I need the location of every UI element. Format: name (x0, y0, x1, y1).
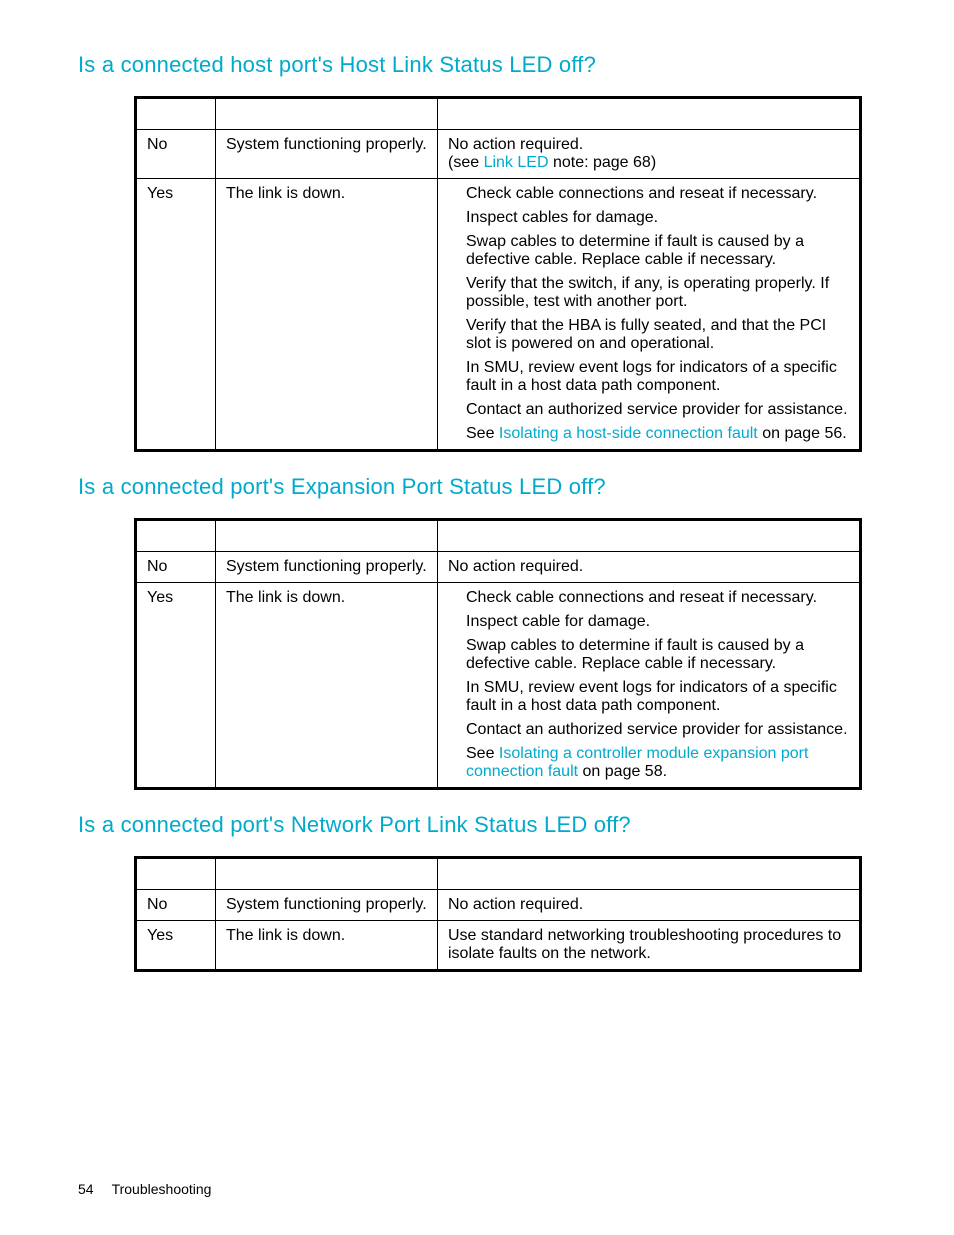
table-row: Yes The link is down. Check cable connec… (136, 179, 861, 451)
list-item: In SMU, review event logs for indicators… (466, 359, 849, 395)
status-cell: The link is down. (216, 921, 438, 971)
list-item: Check cable connections and reseat if ne… (466, 589, 849, 607)
status-cell: The link is down. (216, 179, 438, 451)
action-extra-suffix: note: page 68) (549, 154, 657, 171)
answer-cell: No (136, 890, 216, 921)
table-row: Yes The link is down. Check cable connec… (136, 583, 861, 789)
table-header-row (136, 520, 861, 552)
see-suffix: on page 56. (758, 425, 847, 442)
action-cell: No action required. (438, 552, 861, 583)
link-xref[interactable]: Link LED (484, 154, 549, 171)
section-heading: Is a connected port's Network Port Link … (78, 812, 876, 838)
answer-cell: Yes (136, 921, 216, 971)
see-prefix: See (466, 425, 499, 442)
list-item: Contact an authorized service provider f… (466, 401, 849, 419)
answer-cell: Yes (136, 583, 216, 789)
list-item: In SMU, review event logs for indicators… (466, 679, 849, 715)
list-item: Swap cables to determine if fault is cau… (466, 233, 849, 269)
list-item: See Isolating a controller module expans… (466, 745, 849, 781)
page-footer: 54 Troubleshooting (78, 1181, 211, 1197)
footer-section: Troubleshooting (112, 1181, 212, 1197)
section-heading: Is a connected port's Expansion Port Sta… (78, 474, 876, 500)
action-extra-prefix: (see (448, 154, 484, 171)
answer-cell: No (136, 552, 216, 583)
list-item: Inspect cables for damage. (466, 209, 849, 227)
table-network-port: No System functioning properly. No actio… (134, 856, 862, 972)
action-list: Check cable connections and reseat if ne… (448, 185, 849, 443)
action-cell: No action required. (see Link LED note: … (438, 130, 861, 179)
list-item: Inspect cable for damage. (466, 613, 849, 631)
table-header-row (136, 858, 861, 890)
table-header-row (136, 98, 861, 130)
page-number: 54 (78, 1181, 94, 1197)
list-item: See Isolating a host-side connection fau… (466, 425, 849, 443)
table-host-link: No System functioning properly. No actio… (134, 96, 862, 452)
action-list: Check cable connections and reseat if ne… (448, 589, 849, 781)
answer-cell: No (136, 130, 216, 179)
link-xref[interactable]: Isolating a host-side connection fault (499, 425, 758, 442)
see-prefix: See (466, 745, 499, 762)
table-row: No System functioning properly. No actio… (136, 552, 861, 583)
list-item: Contact an authorized service provider f… (466, 721, 849, 739)
table-row: Yes The link is down. Use standard netwo… (136, 921, 861, 971)
list-item: Swap cables to determine if fault is cau… (466, 637, 849, 673)
list-item: Check cable connections and reseat if ne… (466, 185, 849, 203)
status-cell: System functioning properly. (216, 552, 438, 583)
action-cell: No action required. (438, 890, 861, 921)
action-cell: Check cable connections and reseat if ne… (438, 179, 861, 451)
status-cell: The link is down. (216, 583, 438, 789)
list-item: Verify that the switch, if any, is opera… (466, 275, 849, 311)
status-cell: System functioning properly. (216, 130, 438, 179)
table-row: No System functioning properly. No actio… (136, 130, 861, 179)
action-text: No action required. (448, 136, 583, 153)
table-row: No System functioning properly. No actio… (136, 890, 861, 921)
list-item: Verify that the HBA is fully seated, and… (466, 317, 849, 353)
action-cell: Use standard networking troubleshooting … (438, 921, 861, 971)
page: Is a connected host port's Host Link Sta… (0, 0, 954, 1235)
action-cell: Check cable connections and reseat if ne… (438, 583, 861, 789)
answer-cell: Yes (136, 179, 216, 451)
see-suffix: on page 58. (578, 763, 667, 780)
section-heading: Is a connected host port's Host Link Sta… (78, 52, 876, 78)
table-expansion-port: No System functioning properly. No actio… (134, 518, 862, 790)
status-cell: System functioning properly. (216, 890, 438, 921)
